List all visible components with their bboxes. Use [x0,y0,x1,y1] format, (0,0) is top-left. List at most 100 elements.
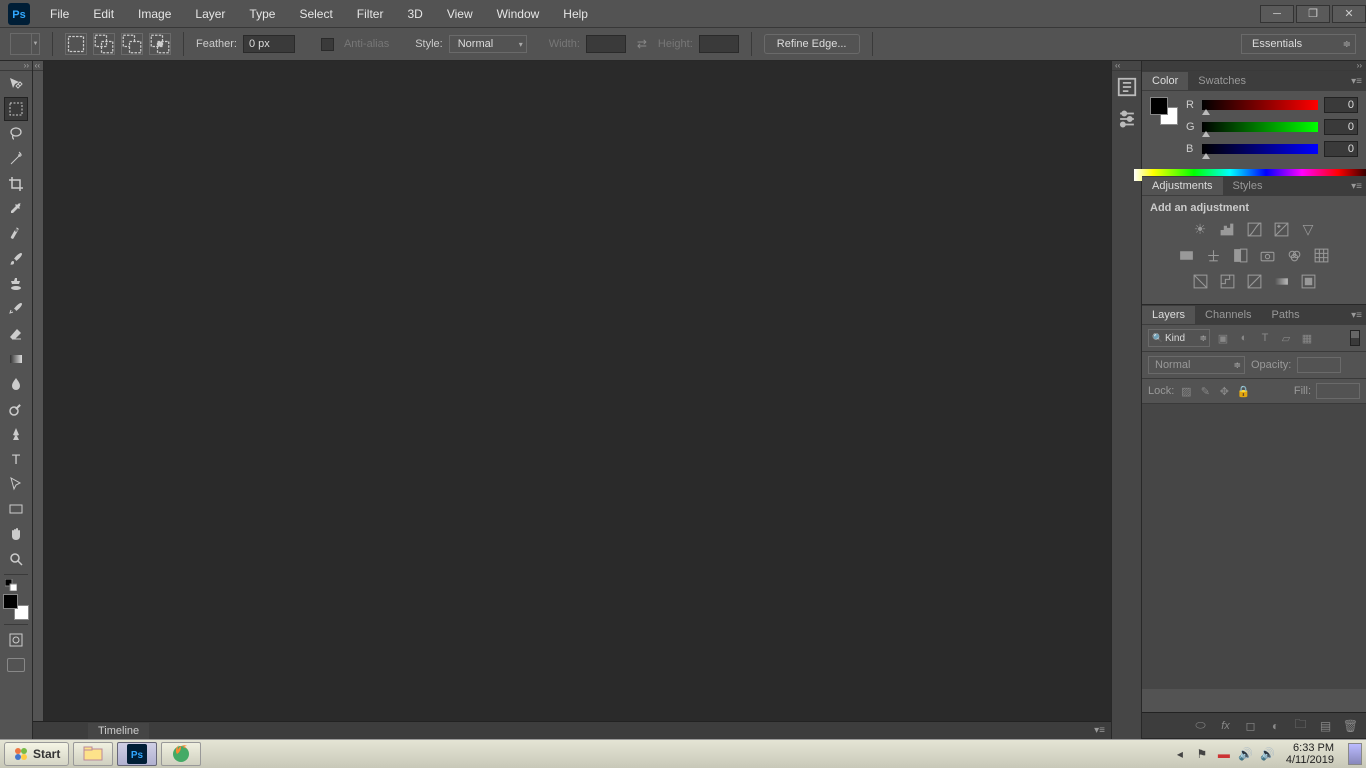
properties-panel-icon[interactable] [1116,108,1138,130]
channel-mixer-icon[interactable] [1286,246,1304,264]
screen-mode-icon[interactable] [7,658,25,672]
tab-paths[interactable]: Paths [1262,306,1310,324]
layer-fx-icon[interactable]: fx [1218,718,1233,733]
history-brush-tool[interactable] [4,297,28,321]
tab-layers[interactable]: Layers [1142,306,1195,324]
gradient-map-icon[interactable] [1272,272,1290,290]
opacity-input[interactable] [1297,357,1341,373]
left-ribbon[interactable]: ‹‹ [33,61,44,721]
tray-volume2-icon[interactable]: 🔊 [1260,746,1276,762]
fg-bg-color-picker[interactable] [3,594,29,620]
blend-mode-select[interactable]: Normal [1148,356,1245,374]
intersect-selection-icon[interactable] [149,33,171,55]
menu-image[interactable]: Image [126,2,183,26]
color-lookup-icon[interactable] [1313,246,1331,264]
task-firefox[interactable] [161,742,201,766]
r-input[interactable] [1324,97,1358,113]
feather-input[interactable] [243,35,295,53]
menu-help[interactable]: Help [551,2,600,26]
link-layers-icon[interactable]: ⬭ [1193,718,1208,733]
tab-swatches[interactable]: Swatches [1188,72,1256,90]
color-balance-icon[interactable] [1205,246,1223,264]
b-slider[interactable] [1202,144,1318,154]
maximize-button[interactable]: ❐ [1296,5,1330,23]
dodge-tool[interactable] [4,397,28,421]
eraser-tool[interactable] [4,322,28,346]
color-fg-bg-swatch[interactable] [1150,97,1178,125]
workspace-switcher[interactable]: Essentials [1241,34,1356,54]
menu-filter[interactable]: Filter [345,2,396,26]
default-colors-icon[interactable] [5,578,17,590]
menu-file[interactable]: File [38,2,81,26]
tray-clock[interactable]: 6:33 PM 4/11/2019 [1282,742,1338,766]
invert-icon[interactable] [1191,272,1209,290]
tool-preset-picker[interactable]: ▼ [10,33,40,55]
zoom-tool[interactable] [4,547,28,571]
tray-flag-icon[interactable]: ⚑ [1194,746,1210,762]
start-button[interactable]: Start [4,742,69,766]
threshold-icon[interactable] [1245,272,1263,290]
filter-shape-icon[interactable]: ▱ [1278,330,1294,346]
tab-styles[interactable]: Styles [1223,177,1273,195]
path-selection-tool[interactable] [4,472,28,496]
style-select[interactable]: Normal [449,35,527,53]
healing-brush-tool[interactable] [4,222,28,246]
hand-tool[interactable] [4,522,28,546]
move-tool[interactable] [4,72,28,96]
history-panel-icon[interactable] [1116,76,1138,98]
marquee-tool[interactable] [4,97,28,121]
filter-smart-icon[interactable]: ▦ [1299,330,1315,346]
filter-type-icon[interactable]: T [1257,330,1273,346]
task-photoshop[interactable]: Ps [117,742,157,766]
brightness-contrast-icon[interactable]: ☀ [1191,220,1209,238]
rectangle-tool[interactable] [4,497,28,521]
tray-action-center-icon[interactable]: ▬ [1216,746,1232,762]
new-layer-icon[interactable]: ▤ [1318,718,1333,733]
gradient-tool[interactable] [4,347,28,371]
layer-mask-icon[interactable]: ◻ [1243,718,1258,733]
posterize-icon[interactable] [1218,272,1236,290]
lock-transparency-icon[interactable]: ▨ [1179,384,1193,398]
timeline-tab[interactable]: Timeline [88,723,149,739]
tools-collapse-icon[interactable]: ›› [0,61,32,71]
task-explorer[interactable] [73,742,113,766]
color-panel-menu-icon[interactable]: ▾≡ [1351,76,1362,87]
filter-toggle[interactable] [1350,330,1360,346]
blur-tool[interactable] [4,372,28,396]
g-input[interactable] [1324,119,1358,135]
clone-stamp-tool[interactable] [4,272,28,296]
layer-filter-kind-select[interactable]: Kind [1148,329,1210,347]
show-desktop-button[interactable] [1348,743,1362,765]
new-adjustment-layer-icon[interactable]: ◐ [1268,718,1283,733]
close-button[interactable]: ✕ [1332,5,1366,23]
subtract-selection-icon[interactable] [121,33,143,55]
menu-3d[interactable]: 3D [395,2,434,26]
dock-collapse-icon[interactable]: ‹‹ [1112,61,1141,71]
tab-color[interactable]: Color [1142,72,1188,90]
tray-expand-icon[interactable]: ◂ [1172,746,1188,762]
tab-channels[interactable]: Channels [1195,306,1261,324]
photo-filter-icon[interactable] [1259,246,1277,264]
hue-sat-icon[interactable] [1178,246,1196,264]
menu-select[interactable]: Select [287,2,344,26]
vibrance-icon[interactable]: ▽ [1299,220,1317,238]
menu-type[interactable]: Type [237,2,287,26]
lock-position-icon[interactable]: ✥ [1217,384,1231,398]
lasso-tool[interactable] [4,122,28,146]
type-tool[interactable]: T [4,447,28,471]
adjustments-panel-menu-icon[interactable]: ▾≡ [1351,181,1362,192]
minimize-button[interactable]: ─ [1260,5,1294,23]
selective-color-icon[interactable] [1299,272,1317,290]
new-selection-icon[interactable] [65,33,87,55]
quick-mask-icon[interactable] [4,628,28,652]
new-group-icon[interactable]: 🗀 [1293,718,1308,733]
black-white-icon[interactable] [1232,246,1250,264]
pen-tool[interactable] [4,422,28,446]
filter-pixel-icon[interactable]: ▣ [1215,330,1231,346]
r-slider[interactable] [1202,100,1318,110]
menu-edit[interactable]: Edit [81,2,126,26]
exposure-icon[interactable] [1272,220,1290,238]
lock-pixels-icon[interactable]: ✎ [1198,384,1212,398]
eyedropper-tool[interactable] [4,197,28,221]
magic-wand-tool[interactable] [4,147,28,171]
